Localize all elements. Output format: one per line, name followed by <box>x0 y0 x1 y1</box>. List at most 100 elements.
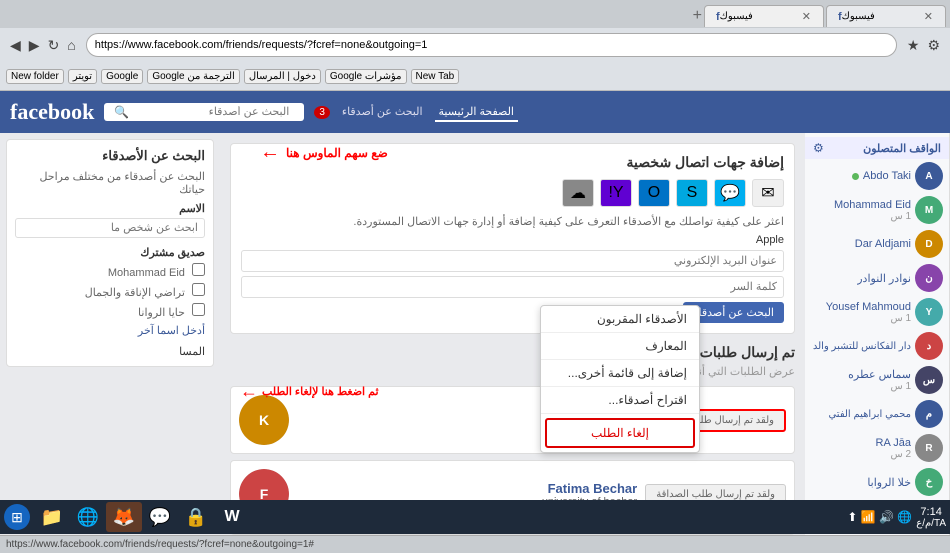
sidebar-avatar-5: د <box>915 332 943 360</box>
taskbar-ie[interactable]: 🌐 <box>70 502 106 532</box>
taskbar-vpn[interactable]: 🔒 <box>178 502 214 532</box>
add-contacts-title: إضافة جهات اتصال شخصية <box>241 154 784 171</box>
mutual-check-1[interactable] <box>192 283 205 296</box>
outlook-icon[interactable]: O <box>638 179 670 207</box>
fb-right: البحث عن الأصدقاء البحث عن أصدقاء من مخت… <box>0 133 220 535</box>
sidebar-item-1[interactable]: M Mohammad Eid 1 س <box>805 193 949 227</box>
sidebar-name-2: Dar Aldjami <box>855 238 911 250</box>
mutual-check-0[interactable] <box>192 263 205 276</box>
contact-import-row: ✉ 💬 S O Y! ☁ <box>241 179 784 207</box>
sidebar-item-7[interactable]: م محمي ابراهيم الفتي <box>805 397 949 431</box>
windows-icon: ⊞ <box>11 509 23 526</box>
taskbar-firefox[interactable]: 🦊 <box>106 502 142 532</box>
add-contacts-panel: إضافة جهات اتصال شخصية ✉ 💬 S O Y! ☁ اعثر… <box>230 143 795 334</box>
status-bar: https://www.facebook.com/friends/request… <box>0 535 950 553</box>
taskbar-word[interactable]: W <box>214 502 250 532</box>
taskbar-file-explorer[interactable]: 📁 <box>34 502 70 532</box>
mutual-check-2[interactable] <box>192 303 205 316</box>
home-button[interactable]: ⌂ <box>63 35 79 55</box>
date-display: م/ع/TA <box>916 518 946 529</box>
sidebar-item-5[interactable]: د دار الفكانس للتشبر والد <box>805 329 949 363</box>
sidebar-item-2[interactable]: D Dar Aldjami <box>805 227 949 261</box>
messenger-icon[interactable]: 💬 <box>714 179 746 207</box>
sent-requests-subtitle: عرض الطلبات التي أنت بنت مراجعتها <box>230 365 795 378</box>
panel-desc: اعثر على كيفية تواصلك مع الأصدقاء التعرف… <box>241 215 784 230</box>
email-icon[interactable]: ✉ <box>752 179 784 207</box>
tab-bar: f فيسبوك ✕ f فيسبوك ✕ + <box>0 0 950 28</box>
sidebar-time-1: 1 س <box>834 211 911 222</box>
mutual-name-2: حايا الروانا <box>138 307 185 319</box>
email-input[interactable] <box>241 250 784 272</box>
back-button[interactable]: ◀ <box>6 35 25 56</box>
sidebar-item-6[interactable]: س سماس عطره 1 س <box>805 363 949 397</box>
dropdown-cancel-btn[interactable]: إلغاء الطلب <box>545 418 695 448</box>
tab-1[interactable]: f فيسبوك ✕ <box>826 5 946 27</box>
search-icon: 🔍 <box>114 105 129 119</box>
toolbar-indicators[interactable]: مؤشرات Google <box>325 69 407 84</box>
facebook-page: facebook 🔍 الصفحة الرئيسية البحث عن أصدق… <box>0 91 950 535</box>
sidebar-avatar-6: س <box>915 366 943 394</box>
fb-main: الواقف المتصلون ⚙ A Abdo Taki M Mohammad… <box>0 133 950 535</box>
taskbar-skype[interactable]: 💬 <box>142 502 178 532</box>
sidebar-header-title: الواقف المتصلون <box>863 142 941 155</box>
right-panel-title: البحث عن الأصدقاء <box>15 148 205 164</box>
sidebar-avatar-9: خ <box>915 468 943 496</box>
sidebar-avatar-2: D <box>915 230 943 258</box>
name-search-input[interactable] <box>15 218 205 238</box>
toolbar-new-tab[interactable]: New Tab <box>411 69 460 84</box>
more-link-container: أدخل اسما آخر <box>15 323 205 337</box>
sidebar-item-0[interactable]: A Abdo Taki <box>805 159 949 193</box>
refresh-button[interactable]: ↻ <box>44 35 64 56</box>
notification-badge[interactable]: 3 <box>314 106 330 119</box>
browser-chrome: f فيسبوك ✕ f فيسبوك ✕ + ◀ ▶ ↻ ⌂ ★ ⚙ New … <box>0 0 950 91</box>
dropdown-item-0[interactable]: الأصدقاء المقربون <box>541 306 699 333</box>
toolbar-google[interactable]: Google <box>101 69 143 84</box>
skype-icon[interactable]: S <box>676 179 708 207</box>
sidebar-name-7: محمي ابراهيم الفتي <box>828 409 911 420</box>
dropdown-item-2[interactable]: إضافة إلى قائمة أخرى... <box>541 360 699 387</box>
sidebar-name-1: Mohammad Eid <box>834 199 911 211</box>
other-icon[interactable]: ☁ <box>562 179 594 207</box>
toolbar-messenger[interactable]: دخول | المرسال <box>244 69 321 84</box>
sidebar: الواقف المتصلون ⚙ A Abdo Taki M Mohammad… <box>805 133 950 535</box>
tab-2[interactable]: f فيسبوك ✕ <box>704 5 824 27</box>
tab1-close[interactable]: ✕ <box>924 10 933 23</box>
star-button[interactable]: ★ <box>903 35 924 56</box>
start-button[interactable]: ⊞ <box>4 504 30 530</box>
sidebar-avatar-3: ن <box>915 264 943 292</box>
toolbar-new-folder[interactable]: New folder <box>6 69 64 84</box>
sidebar-item-3[interactable]: ن نوادر النوادر <box>805 261 949 295</box>
sidebar-name-9: خلا الروابا <box>867 476 911 489</box>
fb-search-input[interactable] <box>129 106 289 118</box>
sidebar-name-3: نوادر النوادر <box>857 272 911 285</box>
dropdown-item-1[interactable]: المعارف <box>541 333 699 360</box>
settings-button[interactable]: ⚙ <box>923 35 944 56</box>
friend-request-2: ولقد تم إرسال طلب الصداقة الحالة السعودي… <box>230 534 795 535</box>
sidebar-header-options[interactable]: ⚙ <box>813 141 824 155</box>
nav-home[interactable]: الصفحة الرئيسية <box>435 103 518 122</box>
forward-button[interactable]: ▶ <box>25 35 44 56</box>
tab2-close[interactable]: ✕ <box>802 10 811 23</box>
sidebar-time-6: 1 س <box>848 381 911 392</box>
yahoo-icon[interactable]: Y! <box>600 179 632 207</box>
fb-topnav: facebook 🔍 الصفحة الرئيسية البحث عن أصدق… <box>0 91 950 133</box>
password-input[interactable] <box>241 276 784 298</box>
more-link[interactable]: أدخل اسما آخر <box>138 325 205 337</box>
mutual-name-1: تراضي الإناقة والجمال <box>85 287 185 299</box>
taskbar-right: ⬆ 📶 🔊 🌐 7:14 م/ع/TA <box>847 506 946 529</box>
another-label: المسا <box>15 345 205 358</box>
nav-bar: ◀ ▶ ↻ ⌂ ★ ⚙ <box>0 28 950 62</box>
sidebar-item-4[interactable]: Y Yousef Mahmoud 1 س <box>805 295 949 329</box>
nav-find-friends[interactable]: البحث عن أصدقاء <box>338 103 427 122</box>
sidebar-item-8[interactable]: R RA Jāa 2 س <box>805 431 949 465</box>
sidebar-item-9[interactable]: خ خلا الروابا <box>805 465 949 499</box>
dropdown-menu: الأصدقاء المقربون المعارف إضافة إلى قائم… <box>540 305 700 453</box>
fb-nav-links: الصفحة الرئيسية البحث عن أصدقاء 3 <box>314 103 518 122</box>
taskbar-time: 7:14 م/ع/TA <box>916 506 946 529</box>
dropdown-item-3[interactable]: اقتراح أصدقاء... <box>541 387 699 414</box>
mutual-friend-1: تراضي الإناقة والجمال <box>15 283 205 299</box>
toolbar-translate[interactable]: الترجمة من Google <box>147 69 239 84</box>
address-bar[interactable] <box>86 33 897 57</box>
toolbar-twitter[interactable]: تويتر <box>68 69 97 84</box>
new-tab-button[interactable]: + <box>693 7 702 25</box>
